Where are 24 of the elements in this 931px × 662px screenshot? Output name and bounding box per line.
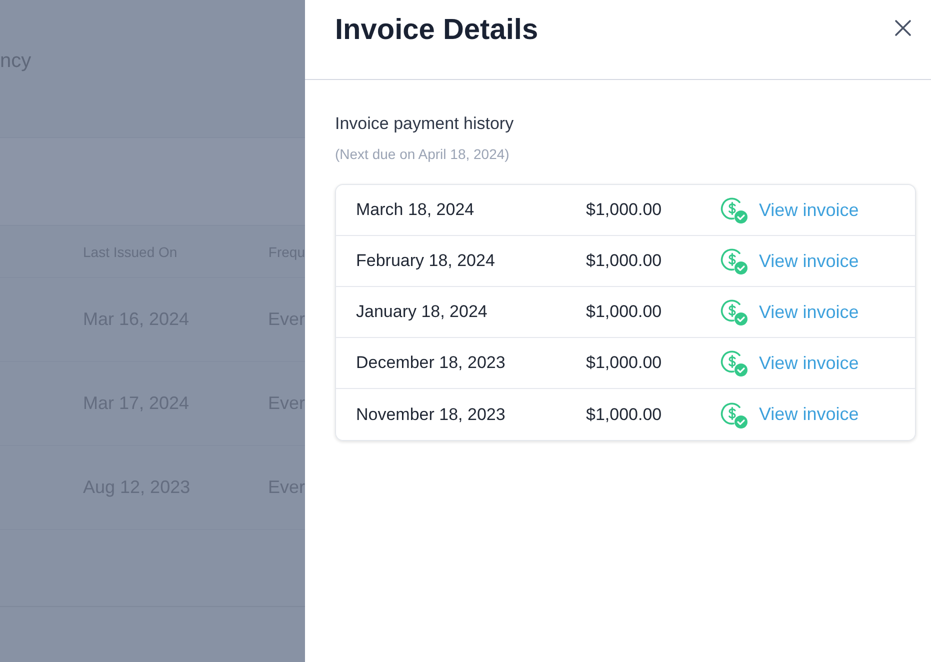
payment-date: March 18, 2024 [356,200,476,220]
payment-amount: $1,000.00 [586,404,663,424]
next-due-note: (Next due on April 18, 2024) [335,146,510,162]
payment-date: January 18, 2024 [356,302,488,322]
paid-dollar-icon [720,247,748,275]
view-invoice-link[interactable]: View invoice [759,302,859,322]
paid-dollar-icon [720,349,748,377]
paid-dollar-icon [720,400,748,428]
view-invoice-link[interactable]: View invoice [759,200,859,220]
view-invoice-link[interactable]: View invoice [759,404,859,425]
close-icon[interactable] [894,19,912,37]
payment-amount: $1,000.00 [586,302,663,322]
view-invoice-link[interactable]: View invoice [759,352,859,374]
payment-amount: $1,000.00 [586,200,663,220]
payment-amount: $1,000.00 [586,251,663,271]
section-title: Invoice payment history [335,114,514,134]
view-invoice-link[interactable]: View invoice [759,250,859,272]
payment-amount: $1,000.00 [586,353,663,373]
payment-date: December 18, 2023 [356,353,506,373]
paid-dollar-icon [720,196,748,224]
payment-date: February 18, 2024 [356,251,496,271]
paid-dollar-icon [720,298,748,326]
payment-date: November 18, 2023 [356,404,506,424]
panel-title: Invoice Details [335,14,538,47]
